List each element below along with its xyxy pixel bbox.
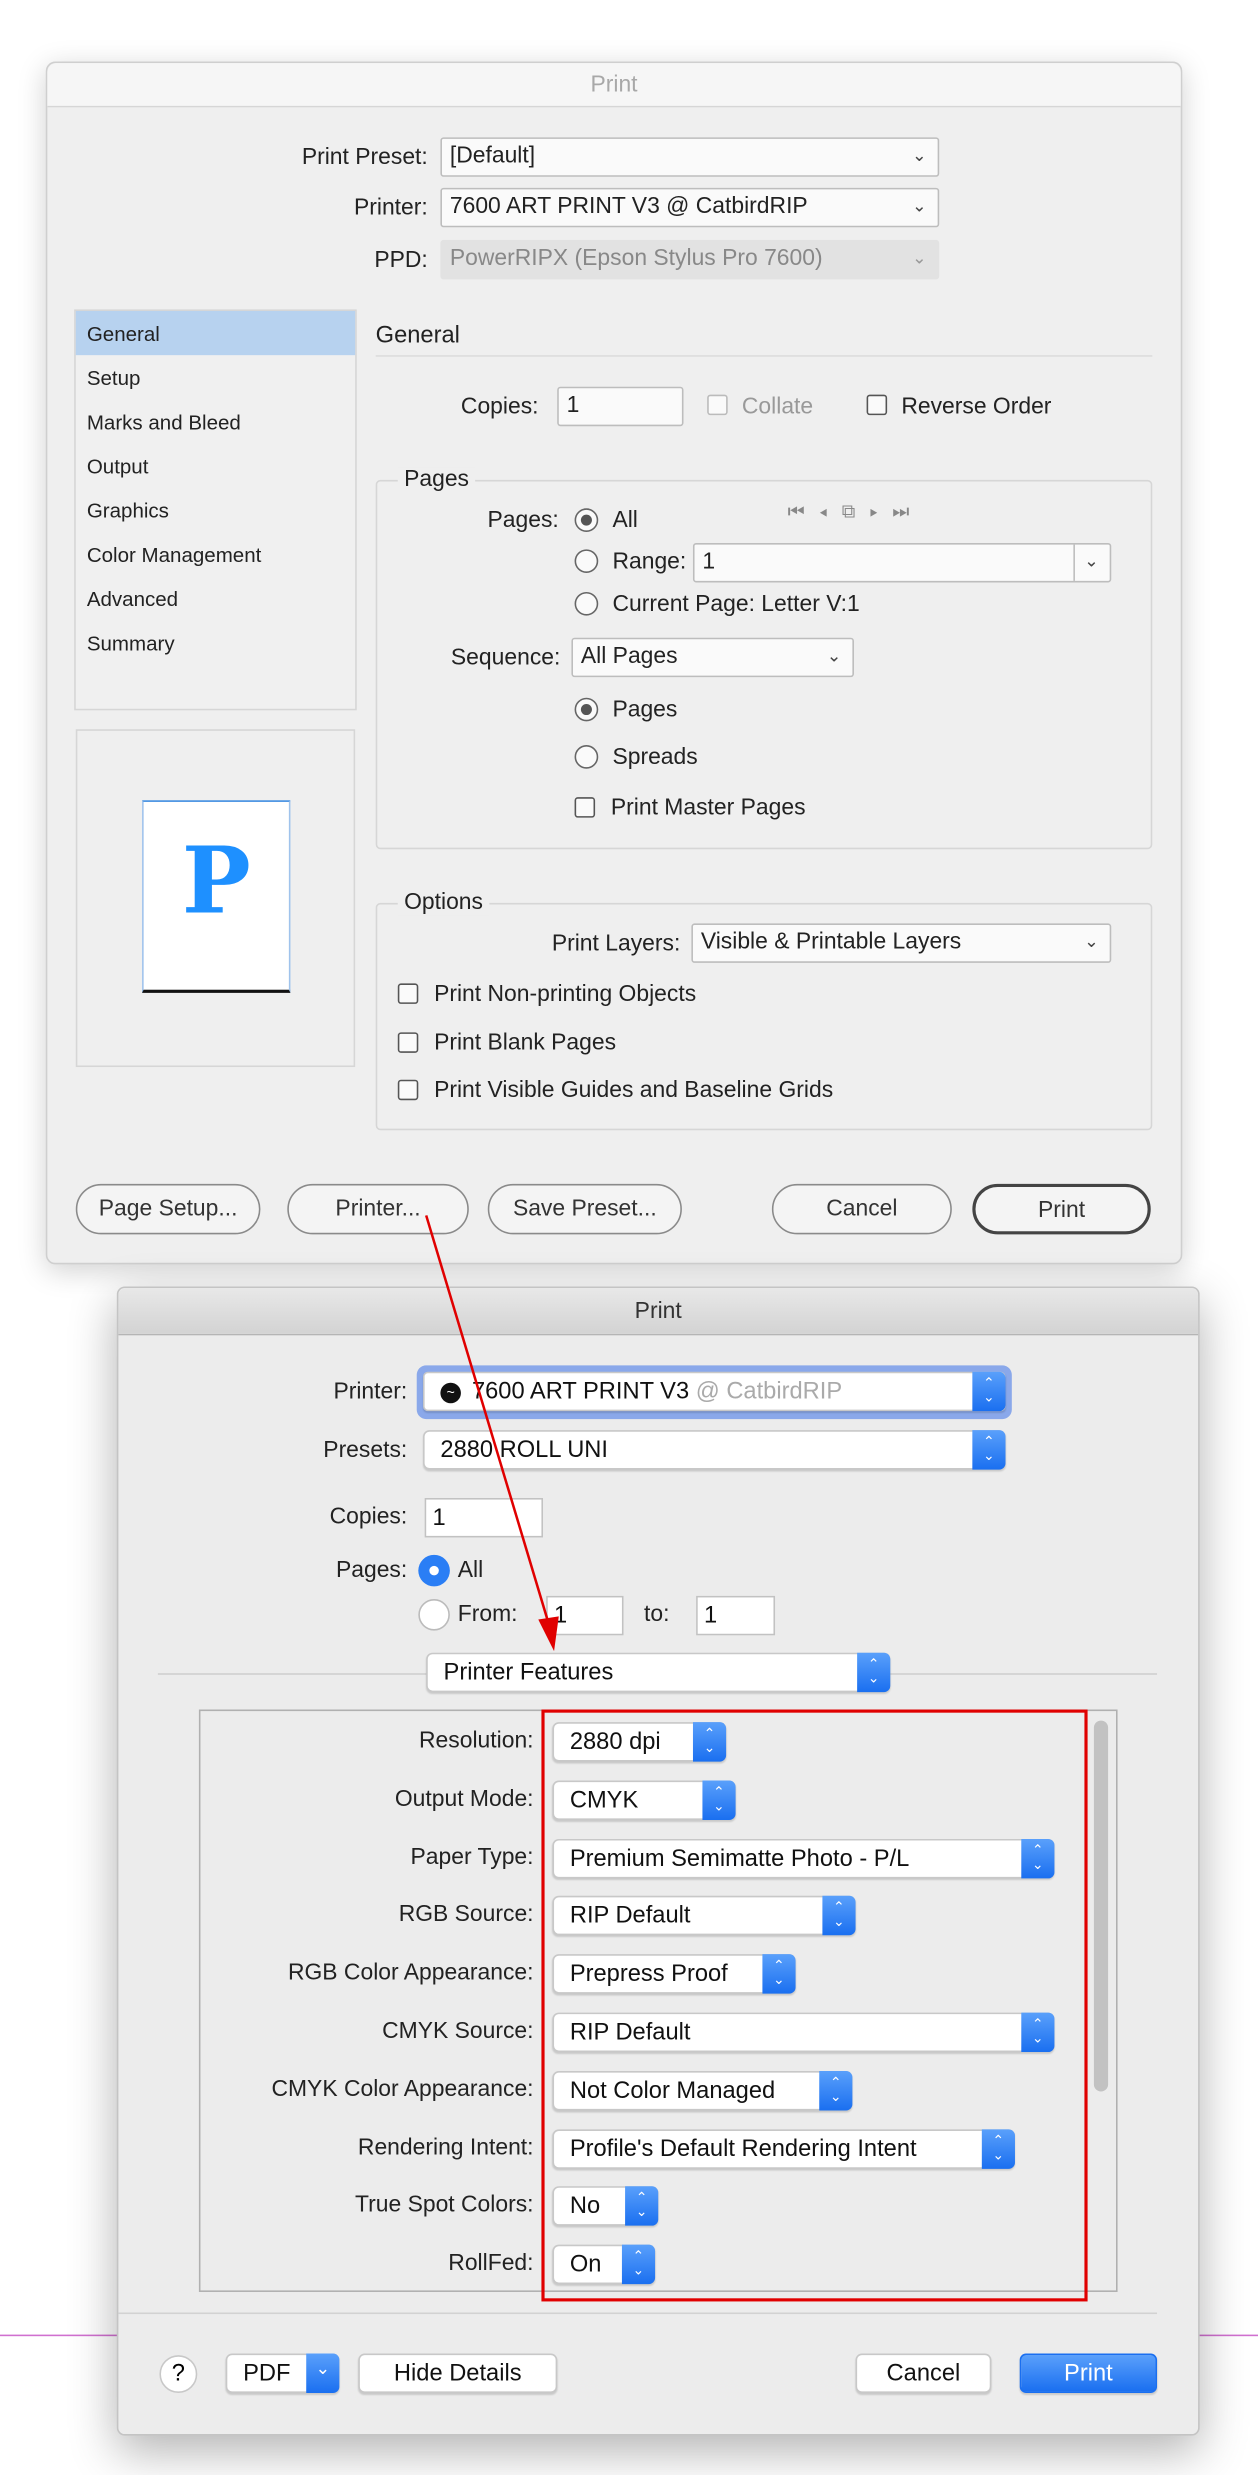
annotation-arrow [424,1215,559,1652]
